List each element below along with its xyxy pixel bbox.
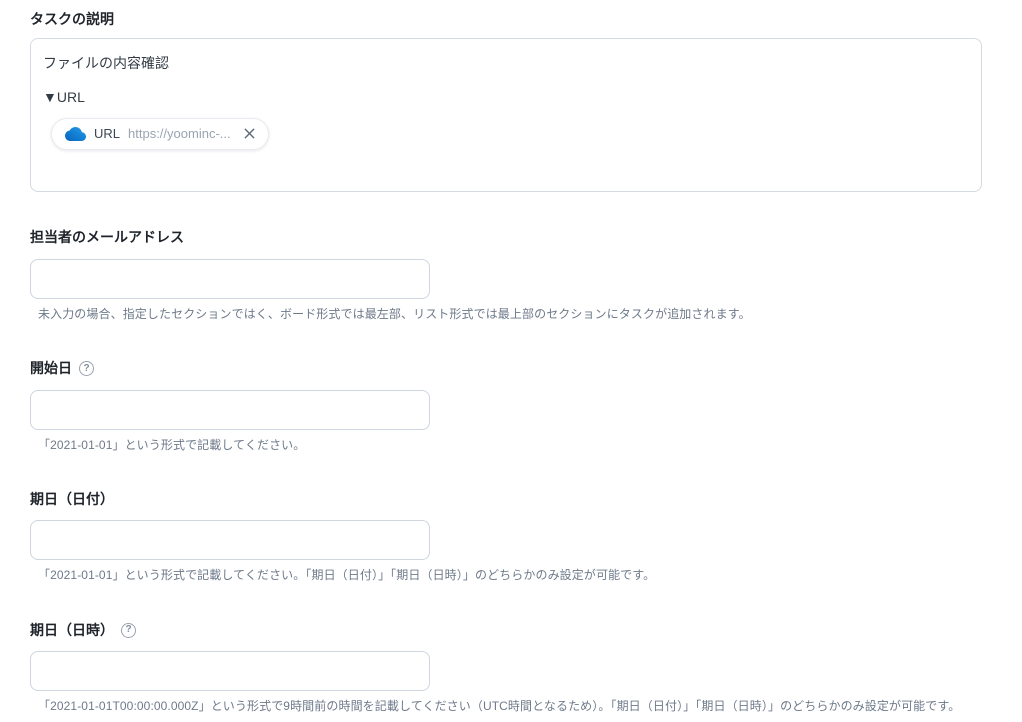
due-date-input[interactable] xyxy=(30,520,430,561)
chip-label: URL xyxy=(94,126,121,142)
due-date-helper: 「2021-01-01」という形式で記載してください。「期日（日付）」「期日（日… xyxy=(38,568,656,583)
assignee-email-section: 担当者のメールアドレス 未入力の場合、指定したセクションではく、ボード形式では最… xyxy=(30,229,984,321)
description-line-1: ファイルの内容確認 xyxy=(43,55,169,72)
chip-url-text: https://yoominc-... xyxy=(128,126,231,142)
assignee-email-input[interactable] xyxy=(30,258,430,299)
onedrive-cloud-icon xyxy=(65,126,86,141)
due-datetime-label-text: 期日（日時） xyxy=(30,621,114,638)
close-icon[interactable] xyxy=(242,126,257,141)
due-datetime-input[interactable] xyxy=(30,651,430,692)
due-datetime-label: 期日（日時） ? xyxy=(30,621,984,638)
due-date-label-text: 期日（日付） xyxy=(30,490,114,507)
help-icon[interactable]: ? xyxy=(79,361,94,377)
url-attachment-chip[interactable]: URL https://yoominc-... xyxy=(51,117,269,150)
task-description-textarea[interactable]: ファイルの内容確認 ▼URL URL https://yoominc-... xyxy=(30,38,982,193)
assignee-email-helper: 未入力の場合、指定したセクションではく、ボード形式では最左部、リスト形式では最上… xyxy=(38,306,751,321)
assignee-email-label-text: 担当者のメールアドレス xyxy=(30,229,184,246)
due-datetime-helper: 「2021-01-01T00:00:00.000Z」という形式で9時間前の時間を… xyxy=(38,699,961,714)
start-date-input[interactable] xyxy=(30,389,430,430)
due-datetime-section: 期日（日時） ? 「2021-01-01T00:00:00.000Z」という形式… xyxy=(30,621,984,714)
start-date-label-text: 開始日 xyxy=(30,360,72,377)
start-date-helper: 「2021-01-01」という形式で記載してください。 xyxy=(38,437,306,452)
task-description-label-text: タスクの説明 xyxy=(30,11,114,27)
description-line-2: ▼URL xyxy=(43,88,85,105)
assignee-email-label: 担当者のメールアドレス xyxy=(30,229,984,246)
help-icon[interactable]: ? xyxy=(121,622,136,638)
task-form-page: タスクの説明 ファイルの内容確認 ▼URL URL https://yoomin… xyxy=(0,0,1022,722)
task-description-label: タスクの説明 xyxy=(30,11,984,27)
start-date-section: 開始日 ? 「2021-01-01」という形式で記載してください。 xyxy=(30,360,984,452)
form-content: タスクの説明 ファイルの内容確認 ▼URL URL https://yoomin… xyxy=(30,11,984,714)
start-date-label: 開始日 ? xyxy=(30,360,984,377)
due-date-label: 期日（日付） xyxy=(30,490,984,507)
due-date-section: 期日（日付） 「2021-01-01」という形式で記載してください。「期日（日付… xyxy=(30,490,984,583)
